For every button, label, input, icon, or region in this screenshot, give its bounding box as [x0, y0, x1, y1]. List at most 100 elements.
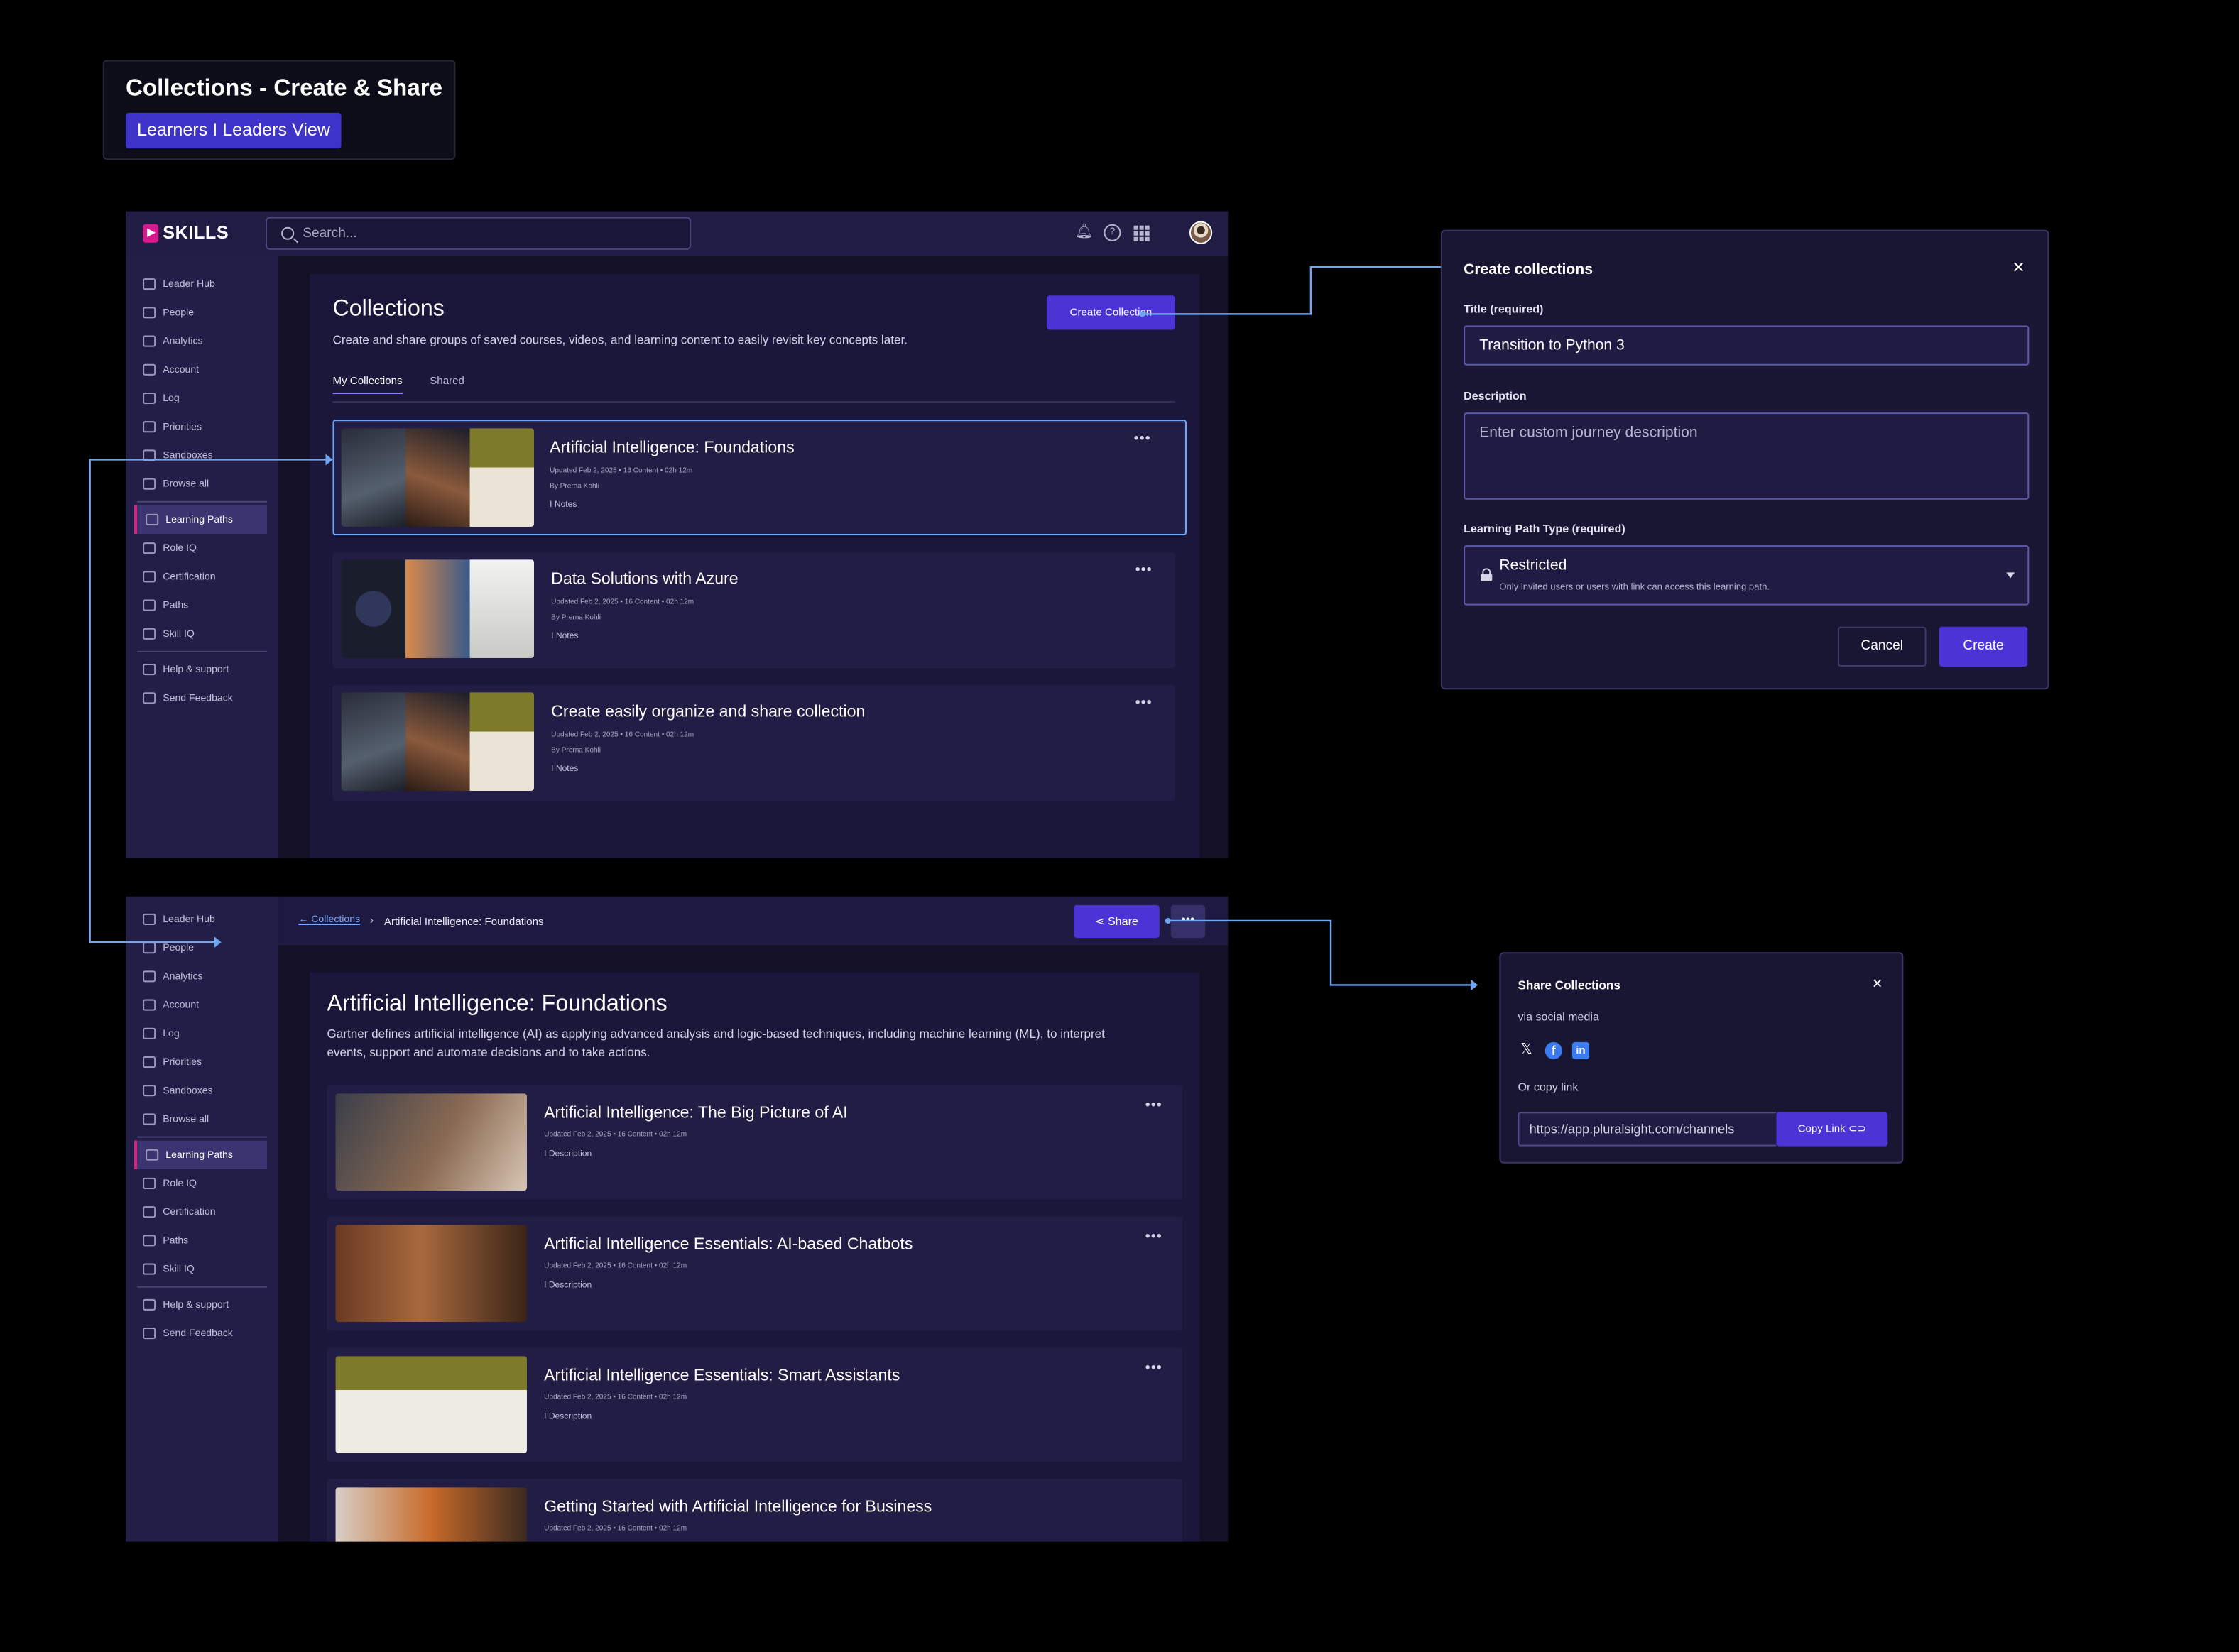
- collection-notes: I Notes: [551, 632, 579, 641]
- sidebar-item-skill-iq[interactable]: Skill IQ: [126, 620, 278, 648]
- linkedin-icon[interactable]: in: [1571, 1041, 1590, 1060]
- content-card[interactable]: Artificial Intelligence: The Big Picture…: [327, 1085, 1182, 1200]
- sidebar-item-sandboxes[interactable]: Sandboxes: [126, 441, 278, 469]
- title-field[interactable]: Transition to Python 3: [1464, 325, 2030, 366]
- sidebar-item-learning-paths[interactable]: Learning Paths: [134, 505, 268, 535]
- sidebar-divider: [137, 650, 268, 652]
- sidebar-item-browse-all[interactable]: Browse all: [126, 470, 278, 498]
- more-options-button[interactable]: •••: [1170, 904, 1206, 939]
- sidebar-item-skill-iq[interactable]: Skill IQ: [126, 1254, 278, 1283]
- sidebar-item-people[interactable]: People: [126, 934, 278, 962]
- title-value: Transition to Python 3: [1479, 337, 1625, 354]
- content-title[interactable]: Artificial Intelligence Essentials: Smar…: [544, 1367, 900, 1384]
- sidebar-item-analytics[interactable]: Analytics: [126, 327, 278, 355]
- collection-card[interactable]: Data Solutions with Azure Updated Feb 2,…: [332, 552, 1175, 669]
- sidebar-item-certification[interactable]: Certification: [126, 1198, 278, 1226]
- more-options-icon[interactable]: •••: [1135, 563, 1153, 577]
- more-options-icon[interactable]: •••: [1134, 432, 1151, 446]
- sidebar-item-people[interactable]: People: [126, 298, 278, 327]
- sidebar: Leader Hub People Analytics Account Log …: [125, 896, 279, 1542]
- cancel-button[interactable]: Cancel: [1837, 626, 1927, 667]
- sidebar-item-account[interactable]: Account: [126, 990, 278, 1019]
- sidebar-item-label: Account: [163, 1000, 200, 1010]
- browse-icon: [143, 478, 156, 490]
- apps-grid-icon[interactable]: [1133, 224, 1150, 241]
- paths-icon: [143, 1235, 156, 1247]
- collection-title[interactable]: Create easily organize and share collect…: [551, 704, 865, 721]
- description-field[interactable]: Enter custom journey description: [1464, 412, 2030, 500]
- sidebar-item-feedback[interactable]: Send Feedback: [126, 684, 278, 712]
- sidebar-item-learning-paths[interactable]: Learning Paths: [134, 1140, 268, 1169]
- x-icon[interactable]: 𝕏: [1518, 1042, 1535, 1059]
- copy-link-button[interactable]: Copy Link ⊂⊃: [1776, 1112, 1888, 1147]
- user-avatar[interactable]: [1189, 221, 1213, 244]
- skill-iq-icon: [143, 628, 156, 640]
- share-link-field[interactable]: https://app.pluralsight.com/channels: [1518, 1112, 1777, 1147]
- sidebar-item-sandboxes[interactable]: Sandboxes: [126, 1076, 278, 1105]
- sidebar-item-account[interactable]: Account: [126, 356, 278, 384]
- collection-detail-panel: Artificial Intelligence: Foundations Gar…: [310, 972, 1200, 1542]
- sidebar-item-leader-hub[interactable]: Leader Hub: [126, 270, 278, 298]
- content-card[interactable]: Getting Started with Artificial Intellig…: [327, 1479, 1182, 1542]
- certification-icon: [143, 571, 156, 583]
- skills-logo[interactable]: SKILLS: [143, 223, 229, 243]
- thumbnail-image: [335, 1225, 527, 1323]
- sidebar-item-browse-all[interactable]: Browse all: [126, 1105, 278, 1133]
- sidebar-item-role-iq[interactable]: Role IQ: [126, 534, 278, 562]
- sidebar-item-label: Browse all: [163, 478, 209, 489]
- tab-shared[interactable]: Shared: [430, 374, 464, 387]
- canvas: Collections - Create & Share Learners I …: [0, 0, 2239, 1651]
- more-options-icon[interactable]: •••: [1145, 1230, 1162, 1244]
- facebook-icon[interactable]: f: [1545, 1041, 1562, 1060]
- sidebar-item-priorities[interactable]: Priorities: [126, 1048, 278, 1076]
- thumbnail-image: [335, 1356, 527, 1453]
- help-icon[interactable]: ?: [1104, 224, 1121, 241]
- sidebar-item-priorities[interactable]: Priorities: [126, 412, 278, 441]
- more-options-icon[interactable]: •••: [1135, 696, 1153, 710]
- sidebar-divider: [137, 1136, 268, 1138]
- view-badge: Learners I Leaders View: [125, 112, 342, 149]
- content-card[interactable]: Artificial Intelligence Essentials: Smar…: [327, 1347, 1182, 1462]
- content-card[interactable]: Artificial Intelligence Essentials: AI-b…: [327, 1216, 1182, 1331]
- create-collection-button[interactable]: Create Collection: [1046, 295, 1175, 330]
- sidebar-item-leader-hub[interactable]: Leader Hub: [126, 905, 278, 934]
- sidebar-item-help[interactable]: Help & support: [126, 1291, 278, 1319]
- collection-title[interactable]: Data Solutions with Azure: [551, 571, 739, 588]
- sidebar-item-role-iq[interactable]: Role IQ: [126, 1169, 278, 1198]
- thumbnail-image: [405, 692, 470, 791]
- sidebar-item-help[interactable]: Help & support: [126, 655, 278, 684]
- content-title[interactable]: Getting Started with Artificial Intellig…: [544, 1499, 932, 1516]
- sidebar-item-analytics[interactable]: Analytics: [126, 962, 278, 990]
- share-button[interactable]: ⋖ Share: [1074, 904, 1160, 939]
- notification-bell-icon[interactable]: 🔔︎: [1075, 224, 1094, 241]
- create-button[interactable]: Create: [1939, 626, 2028, 667]
- breadcrumb-collections-link[interactable]: ← Collections: [298, 915, 360, 925]
- collection-title[interactable]: Artificial Intelligence: Foundations: [550, 439, 795, 456]
- path-type-select[interactable]: Restricted Only invited users or users w…: [1464, 545, 2030, 606]
- type-label: Learning Path Type (required): [1464, 522, 1625, 536]
- description-label: Description: [1464, 389, 1527, 403]
- content-title[interactable]: Artificial Intelligence: The Big Picture…: [544, 1105, 848, 1122]
- sidebar-item-certification[interactable]: Certification: [126, 562, 278, 591]
- close-icon[interactable]: ✕: [1872, 976, 1883, 992]
- collection-detail-screen: Leader Hub People Analytics Account Log …: [125, 896, 1229, 1542]
- sidebar-item-log[interactable]: Log: [126, 384, 278, 412]
- more-options-icon[interactable]: •••: [1145, 1361, 1162, 1375]
- sidebar-item-log[interactable]: Log: [126, 1019, 278, 1048]
- more-options-icon[interactable]: •••: [1145, 1098, 1162, 1112]
- sidebar-item-paths[interactable]: Paths: [126, 591, 278, 619]
- sidebar-item-label: Priorities: [163, 422, 202, 432]
- collection-card[interactable]: Artificial Intelligence: Foundations Upd…: [332, 420, 1187, 536]
- content-title[interactable]: Artificial Intelligence Essentials: AI-b…: [544, 1236, 913, 1253]
- search-input[interactable]: Search...: [266, 217, 692, 250]
- sidebar-item-paths[interactable]: Paths: [126, 1226, 278, 1254]
- collection-card[interactable]: Create easily organize and share collect…: [332, 685, 1175, 802]
- page-title: Collections: [332, 297, 445, 322]
- tab-my-collections[interactable]: My Collections: [332, 374, 403, 394]
- content-thumbnail: [335, 1225, 527, 1323]
- skill-iq-icon: [143, 1263, 156, 1275]
- content-meta: Updated Feb 2, 2025 • 16 Content • 02h 1…: [544, 1262, 687, 1271]
- close-icon[interactable]: ✕: [2012, 261, 2025, 277]
- thumbnail-image: [341, 428, 406, 527]
- sidebar-item-feedback[interactable]: Send Feedback: [126, 1319, 278, 1347]
